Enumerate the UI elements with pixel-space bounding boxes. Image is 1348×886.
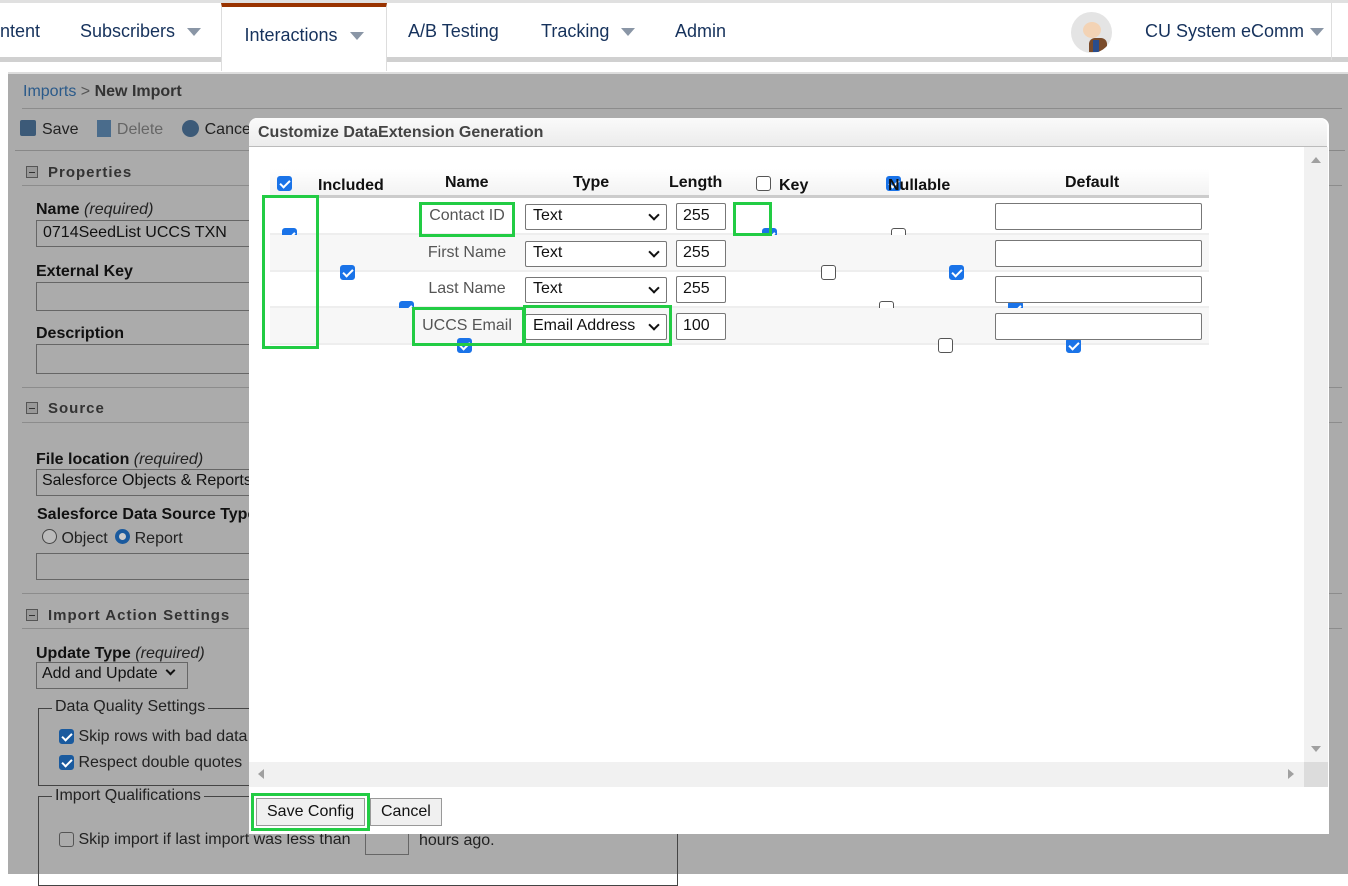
default-input[interactable] — [995, 239, 1202, 267]
customize-dataextension-dialog: Customize DataExtension Generation Inclu… — [249, 118, 1329, 834]
tab-admin[interactable]: Admin — [675, 3, 726, 60]
description-input[interactable] — [36, 344, 276, 374]
chevron-down-icon — [648, 245, 660, 258]
default-input[interactable] — [995, 276, 1202, 303]
floppy-icon — [20, 120, 36, 136]
file-location-select[interactable]: Salesforce Objects & Reports — [36, 469, 276, 496]
dialog-title: Customize DataExtension Generation — [249, 118, 1327, 147]
chevron-down-icon — [648, 209, 660, 221]
highlight-included — [262, 195, 319, 349]
key-all-checkbox[interactable] — [756, 176, 772, 192]
top-nav: ntent Subscribers Interactions A/B Testi… — [0, 0, 1348, 71]
type-select[interactable]: Text — [525, 277, 667, 303]
highlight-email-type — [523, 305, 672, 346]
scroll-right-icon[interactable] — [1288, 769, 1294, 779]
collapse-icon — [26, 166, 38, 178]
cancel-icon — [181, 120, 199, 137]
field-name: First Name — [427, 243, 507, 261]
respect-quotes-checkbox[interactable] — [59, 755, 74, 771]
highlight-key — [733, 202, 772, 236]
properties-section-header[interactable]: Properties — [26, 164, 132, 181]
breadcrumb-imports-link[interactable]: Imports — [23, 83, 76, 100]
update-type-select[interactable]: Add and Update — [36, 662, 188, 689]
type-select[interactable]: Text — [525, 204, 667, 230]
scroll-up-icon[interactable] — [1311, 157, 1321, 163]
import-action-section-header[interactable]: Import Action Settings — [26, 607, 230, 624]
highlight-save-config — [251, 793, 370, 831]
trash-icon — [96, 120, 111, 137]
collapse-icon — [26, 402, 38, 414]
vertical-scrollbar[interactable] — [1304, 147, 1328, 762]
field-name: Last Name — [428, 280, 506, 297]
length-input[interactable]: 255 — [676, 276, 726, 303]
cancel-button[interactable]: Cancel — [181, 120, 254, 138]
tab-interactions[interactable]: Interactions — [221, 3, 387, 71]
caret-down-icon — [349, 32, 364, 41]
caret-down-icon — [187, 28, 202, 37]
default-input[interactable] — [995, 203, 1202, 230]
length-input[interactable]: 100 — [676, 312, 726, 340]
highlight-uccs-email — [412, 307, 525, 346]
radio-report[interactable] — [115, 529, 131, 544]
chevron-down-icon — [165, 665, 176, 676]
radio-object[interactable] — [42, 529, 57, 544]
tab-subscribers[interactable]: Subscribers — [80, 3, 202, 60]
tab-ab-testing[interactable]: A/B Testing — [408, 3, 499, 60]
default-input[interactable] — [995, 312, 1202, 340]
external-key-input[interactable] — [36, 282, 276, 311]
save-button[interactable]: Save — [20, 120, 78, 138]
skip-bad-data-checkbox[interactable] — [59, 729, 74, 745]
key-checkbox[interactable] — [937, 337, 953, 353]
highlight-contact-id — [419, 202, 515, 237]
toolbar: Save Delete Cancel — [20, 120, 254, 139]
name-input[interactable]: 0714SeedList UCCS TXN — [36, 220, 276, 247]
user-menu[interactable]: CU System eComm — [1145, 3, 1325, 60]
avatar[interactable] — [1071, 12, 1112, 53]
scroll-down-icon[interactable] — [1311, 746, 1321, 752]
dialog-scroll-area: Included Name Type Length Key Nullable D… — [249, 147, 1304, 762]
nullable-checkbox[interactable] — [1065, 337, 1081, 353]
report-select[interactable] — [36, 553, 276, 580]
horizontal-scrollbar[interactable] — [249, 762, 1304, 787]
length-input[interactable]: 255 — [676, 239, 726, 267]
type-select[interactable]: Text — [525, 240, 667, 267]
length-input[interactable]: 255 — [676, 203, 726, 230]
source-section-header[interactable]: Source — [26, 400, 105, 417]
scroll-left-icon[interactable] — [258, 769, 264, 779]
tab-content[interactable]: ntent — [0, 3, 40, 60]
collapse-icon — [26, 609, 38, 621]
caret-down-icon — [1310, 28, 1325, 37]
include-all-checkbox[interactable] — [277, 176, 292, 192]
chevron-down-icon — [648, 282, 660, 294]
skip-import-checkbox[interactable] — [59, 832, 74, 848]
divider — [1331, 3, 1332, 60]
caret-down-icon — [621, 28, 636, 37]
tab-tracking[interactable]: Tracking — [541, 3, 636, 60]
cancel-config-button[interactable]: Cancel — [370, 798, 442, 826]
delete-button[interactable]: Delete — [96, 120, 163, 138]
breadcrumb: Imports > New Import — [23, 83, 182, 100]
